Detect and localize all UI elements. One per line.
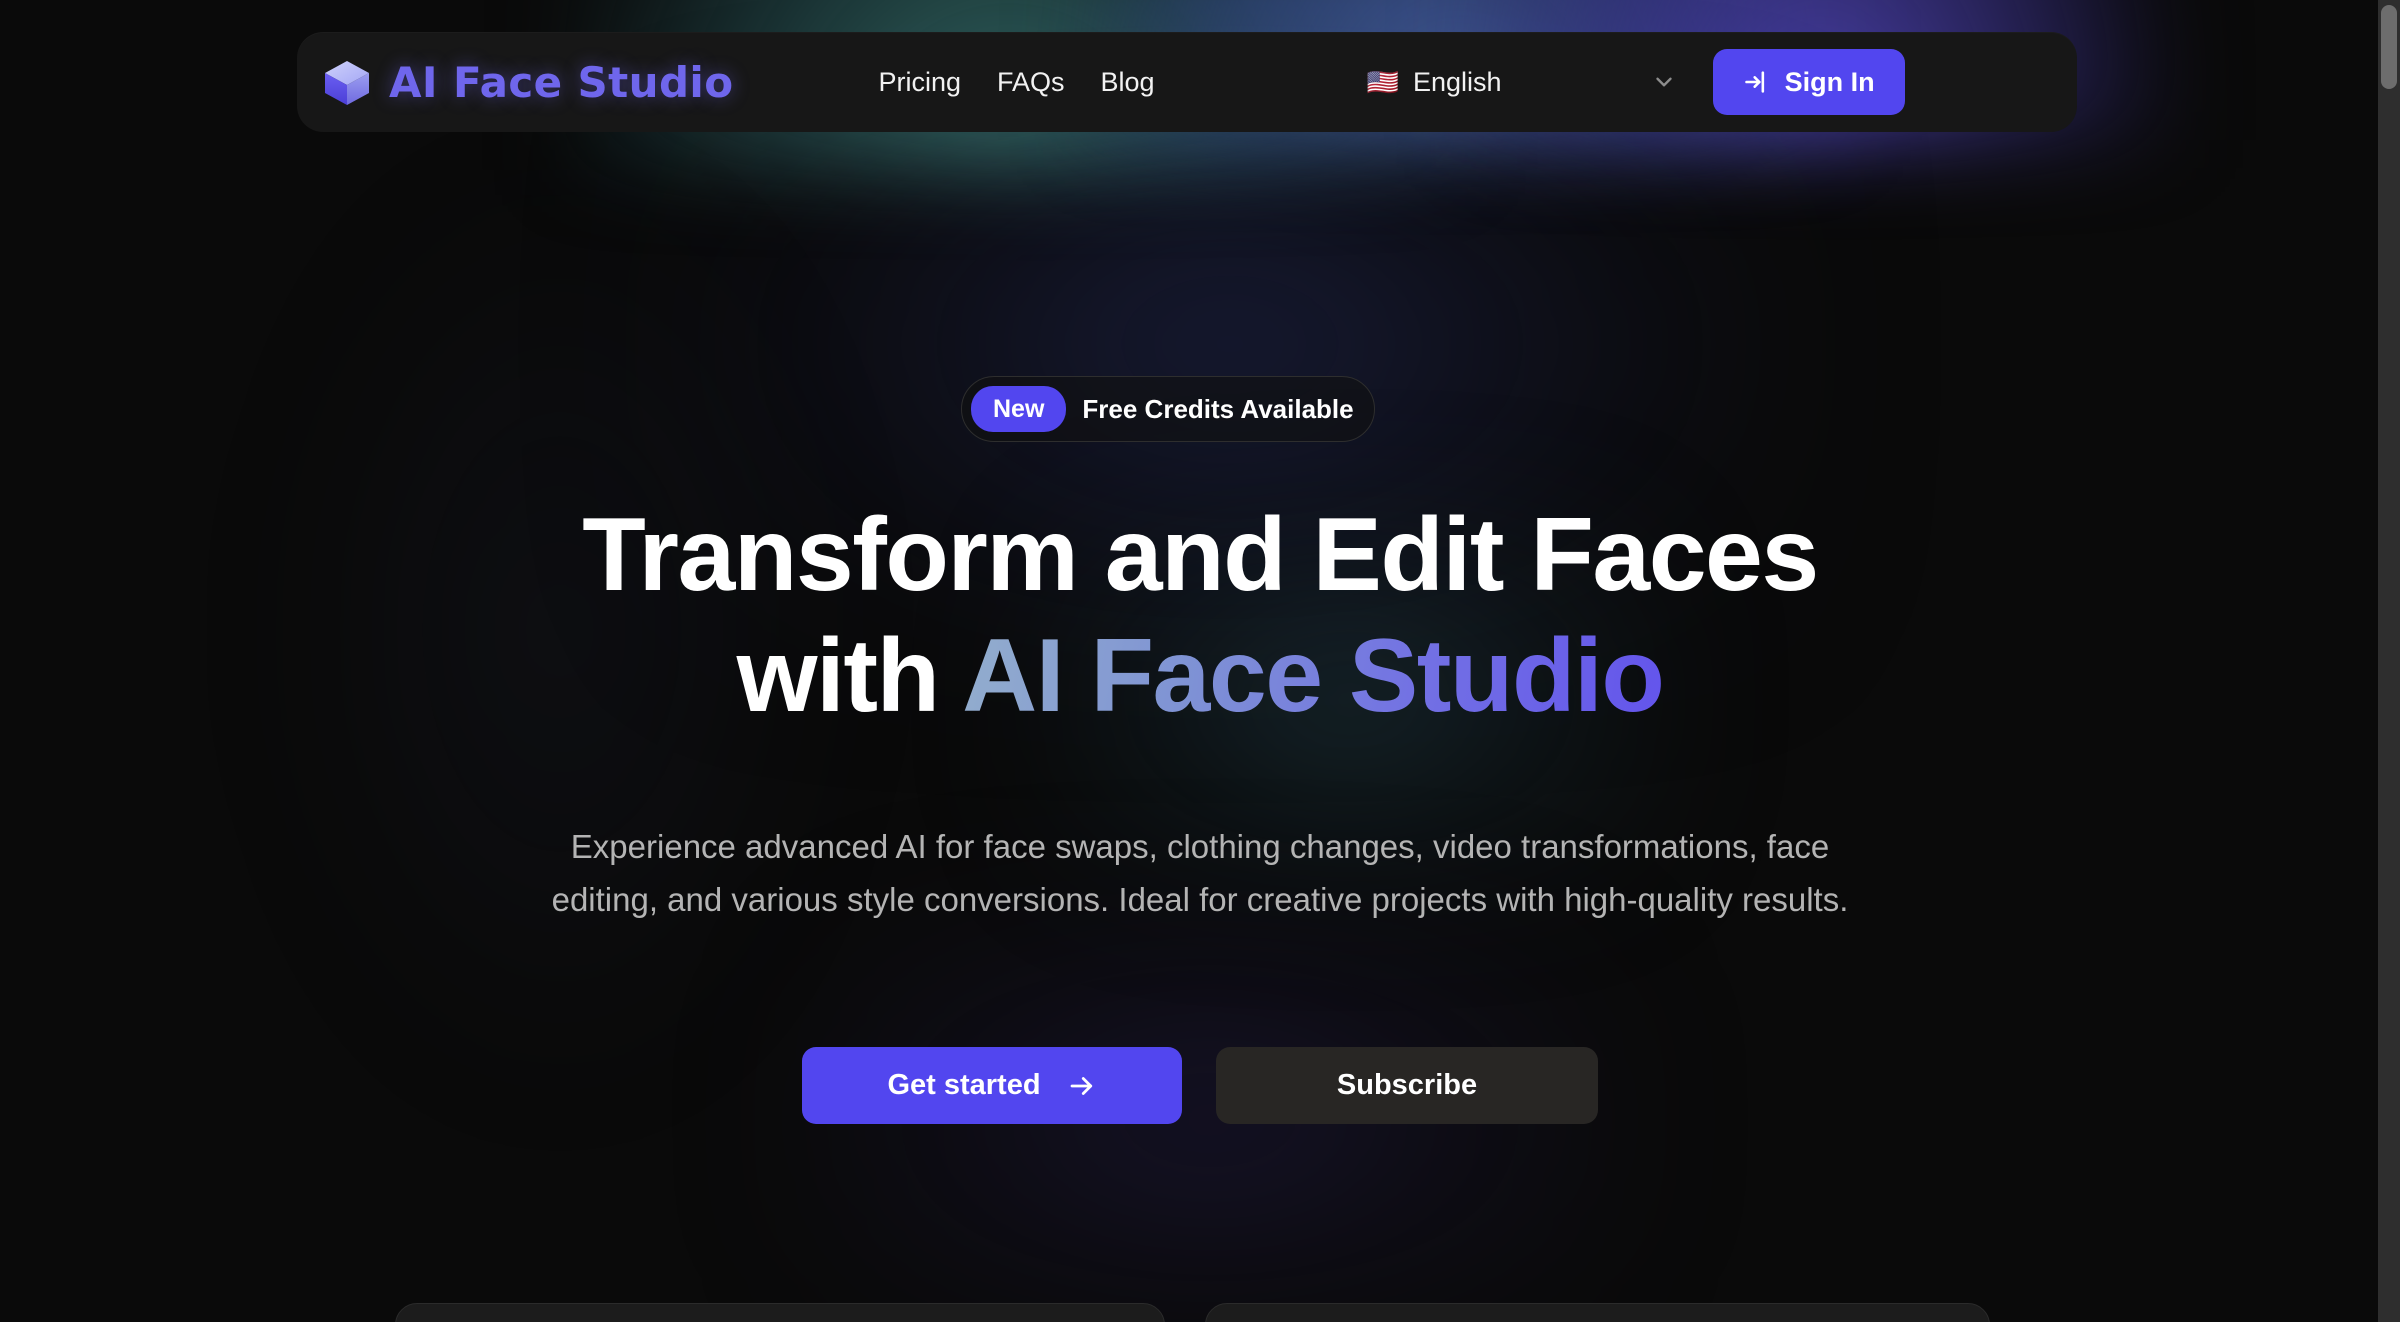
feature-card-peek-right[interactable] (1205, 1303, 1990, 1322)
badge-text: Free Credits Available (1082, 393, 1354, 424)
headline-line-2-plain: with (736, 617, 940, 734)
page-root: AI Face Studio Pricing FAQs Blog 🇺🇸 Engl… (0, 0, 2400, 1322)
headline-line-1: Transform and Edit Faces (582, 497, 1819, 613)
language-label: English (1412, 66, 1502, 97)
promo-badge[interactable]: New Free Credits Available (961, 376, 1375, 442)
nav-link-blog[interactable]: Blog (1101, 67, 1155, 98)
sign-in-label: Sign In (1784, 66, 1875, 97)
us-flag-icon: 🇺🇸 (1366, 67, 1399, 97)
login-arrow-icon (1744, 71, 1764, 93)
subscribe-label: Subscribe (1336, 1069, 1478, 1101)
chevron-down-icon (1655, 77, 1672, 87)
page-title: Transform and Edit Faces with AI Face St… (0, 495, 2400, 736)
hero-cta-row: Get started Subscribe (0, 1047, 2400, 1124)
brand-name: AI Face Studio (389, 57, 734, 107)
vertical-scrollbar-track[interactable] (2378, 0, 2400, 1322)
nav-link-faqs[interactable]: FAQs (997, 67, 1065, 98)
main-nav: Pricing FAQs Blog (878, 67, 1154, 98)
nav-link-pricing[interactable]: Pricing (878, 67, 961, 98)
headline-line-2-gradient: AI Face Studio (962, 617, 1665, 734)
vertical-scrollbar-thumb[interactable] (2381, 5, 2397, 89)
hero-subtitle: Experience advanced AI for face swaps, c… (551, 828, 1849, 919)
arrow-right-icon (1070, 1076, 1092, 1095)
feature-card-peek-left[interactable] (395, 1303, 1165, 1322)
site-header: AI Face Studio Pricing FAQs Blog 🇺🇸 Engl… (297, 32, 2077, 132)
get-started-label: Get started (887, 1069, 1041, 1101)
language-selector[interactable]: 🇺🇸 English (1367, 67, 1677, 98)
cube-icon (325, 61, 369, 105)
badge-new-tag: New (971, 386, 1067, 432)
get-started-button[interactable]: Get started (802, 1047, 1182, 1124)
subscribe-button[interactable]: Subscribe (1216, 1047, 1598, 1124)
brand-logo[interactable]: AI Face Studio (321, 56, 733, 108)
sign-in-button[interactable]: Sign In (1712, 49, 1905, 115)
